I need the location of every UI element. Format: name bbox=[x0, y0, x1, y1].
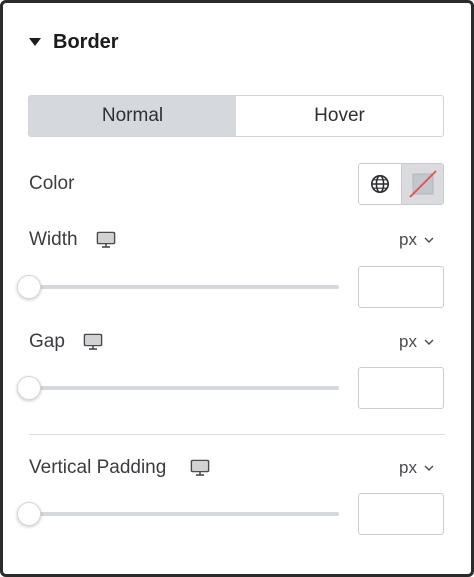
vertical-padding-slider-thumb[interactable] bbox=[17, 502, 41, 526]
gap-unit-label: px bbox=[399, 332, 417, 351]
section-header-border[interactable]: Border bbox=[29, 29, 119, 55]
vertical-padding-unit-label: px bbox=[399, 458, 417, 477]
chevron-down-icon bbox=[424, 237, 434, 243]
gap-slider[interactable] bbox=[17, 376, 339, 400]
gap-unit-select[interactable]: px bbox=[399, 332, 434, 352]
gap-label-text: Gap bbox=[29, 331, 65, 352]
desktop-icon[interactable] bbox=[96, 231, 116, 249]
width-unit-select[interactable]: px bbox=[399, 230, 434, 250]
width-slider[interactable] bbox=[17, 275, 339, 299]
vertical-padding-slider-track bbox=[29, 512, 339, 516]
vertical-padding-input[interactable] bbox=[358, 493, 444, 535]
globe-icon bbox=[371, 175, 389, 193]
gap-input[interactable] bbox=[358, 367, 444, 409]
chevron-down-icon bbox=[424, 465, 434, 471]
width-input[interactable] bbox=[358, 266, 444, 308]
no-color-swatch-icon bbox=[408, 170, 437, 198]
gap-label: Gap bbox=[29, 331, 103, 353]
vertical-padding-slider[interactable] bbox=[17, 502, 339, 526]
tab-hover[interactable]: Hover bbox=[236, 96, 443, 136]
tab-normal[interactable]: Normal bbox=[29, 96, 236, 136]
width-slider-thumb[interactable] bbox=[17, 275, 41, 299]
gap-slider-thumb[interactable] bbox=[17, 376, 41, 400]
gap-slider-track bbox=[29, 386, 339, 390]
caret-down-icon bbox=[29, 38, 41, 46]
color-label: Color bbox=[29, 173, 74, 195]
chevron-down-icon bbox=[424, 339, 434, 345]
border-settings-panel: Border Normal Hover Color Width px Gap p… bbox=[0, 0, 474, 577]
desktop-icon[interactable] bbox=[83, 333, 103, 351]
vertical-padding-unit-select[interactable]: px bbox=[399, 458, 434, 478]
vertical-padding-label-text: Vertical Padding bbox=[29, 457, 167, 478]
color-swatch[interactable] bbox=[402, 164, 443, 204]
width-unit-label: px bbox=[399, 230, 417, 249]
state-tabs: Normal Hover bbox=[28, 95, 444, 137]
color-label-text: Color bbox=[29, 173, 75, 194]
width-slider-track bbox=[29, 285, 339, 289]
section-title: Border bbox=[53, 30, 119, 53]
color-control bbox=[358, 163, 444, 205]
width-label: Width bbox=[29, 229, 116, 251]
global-colors-button[interactable] bbox=[359, 164, 402, 204]
vertical-padding-label: Vertical Padding bbox=[29, 457, 210, 479]
width-label-text: Width bbox=[29, 229, 78, 250]
divider bbox=[29, 434, 445, 435]
desktop-icon[interactable] bbox=[190, 459, 210, 477]
